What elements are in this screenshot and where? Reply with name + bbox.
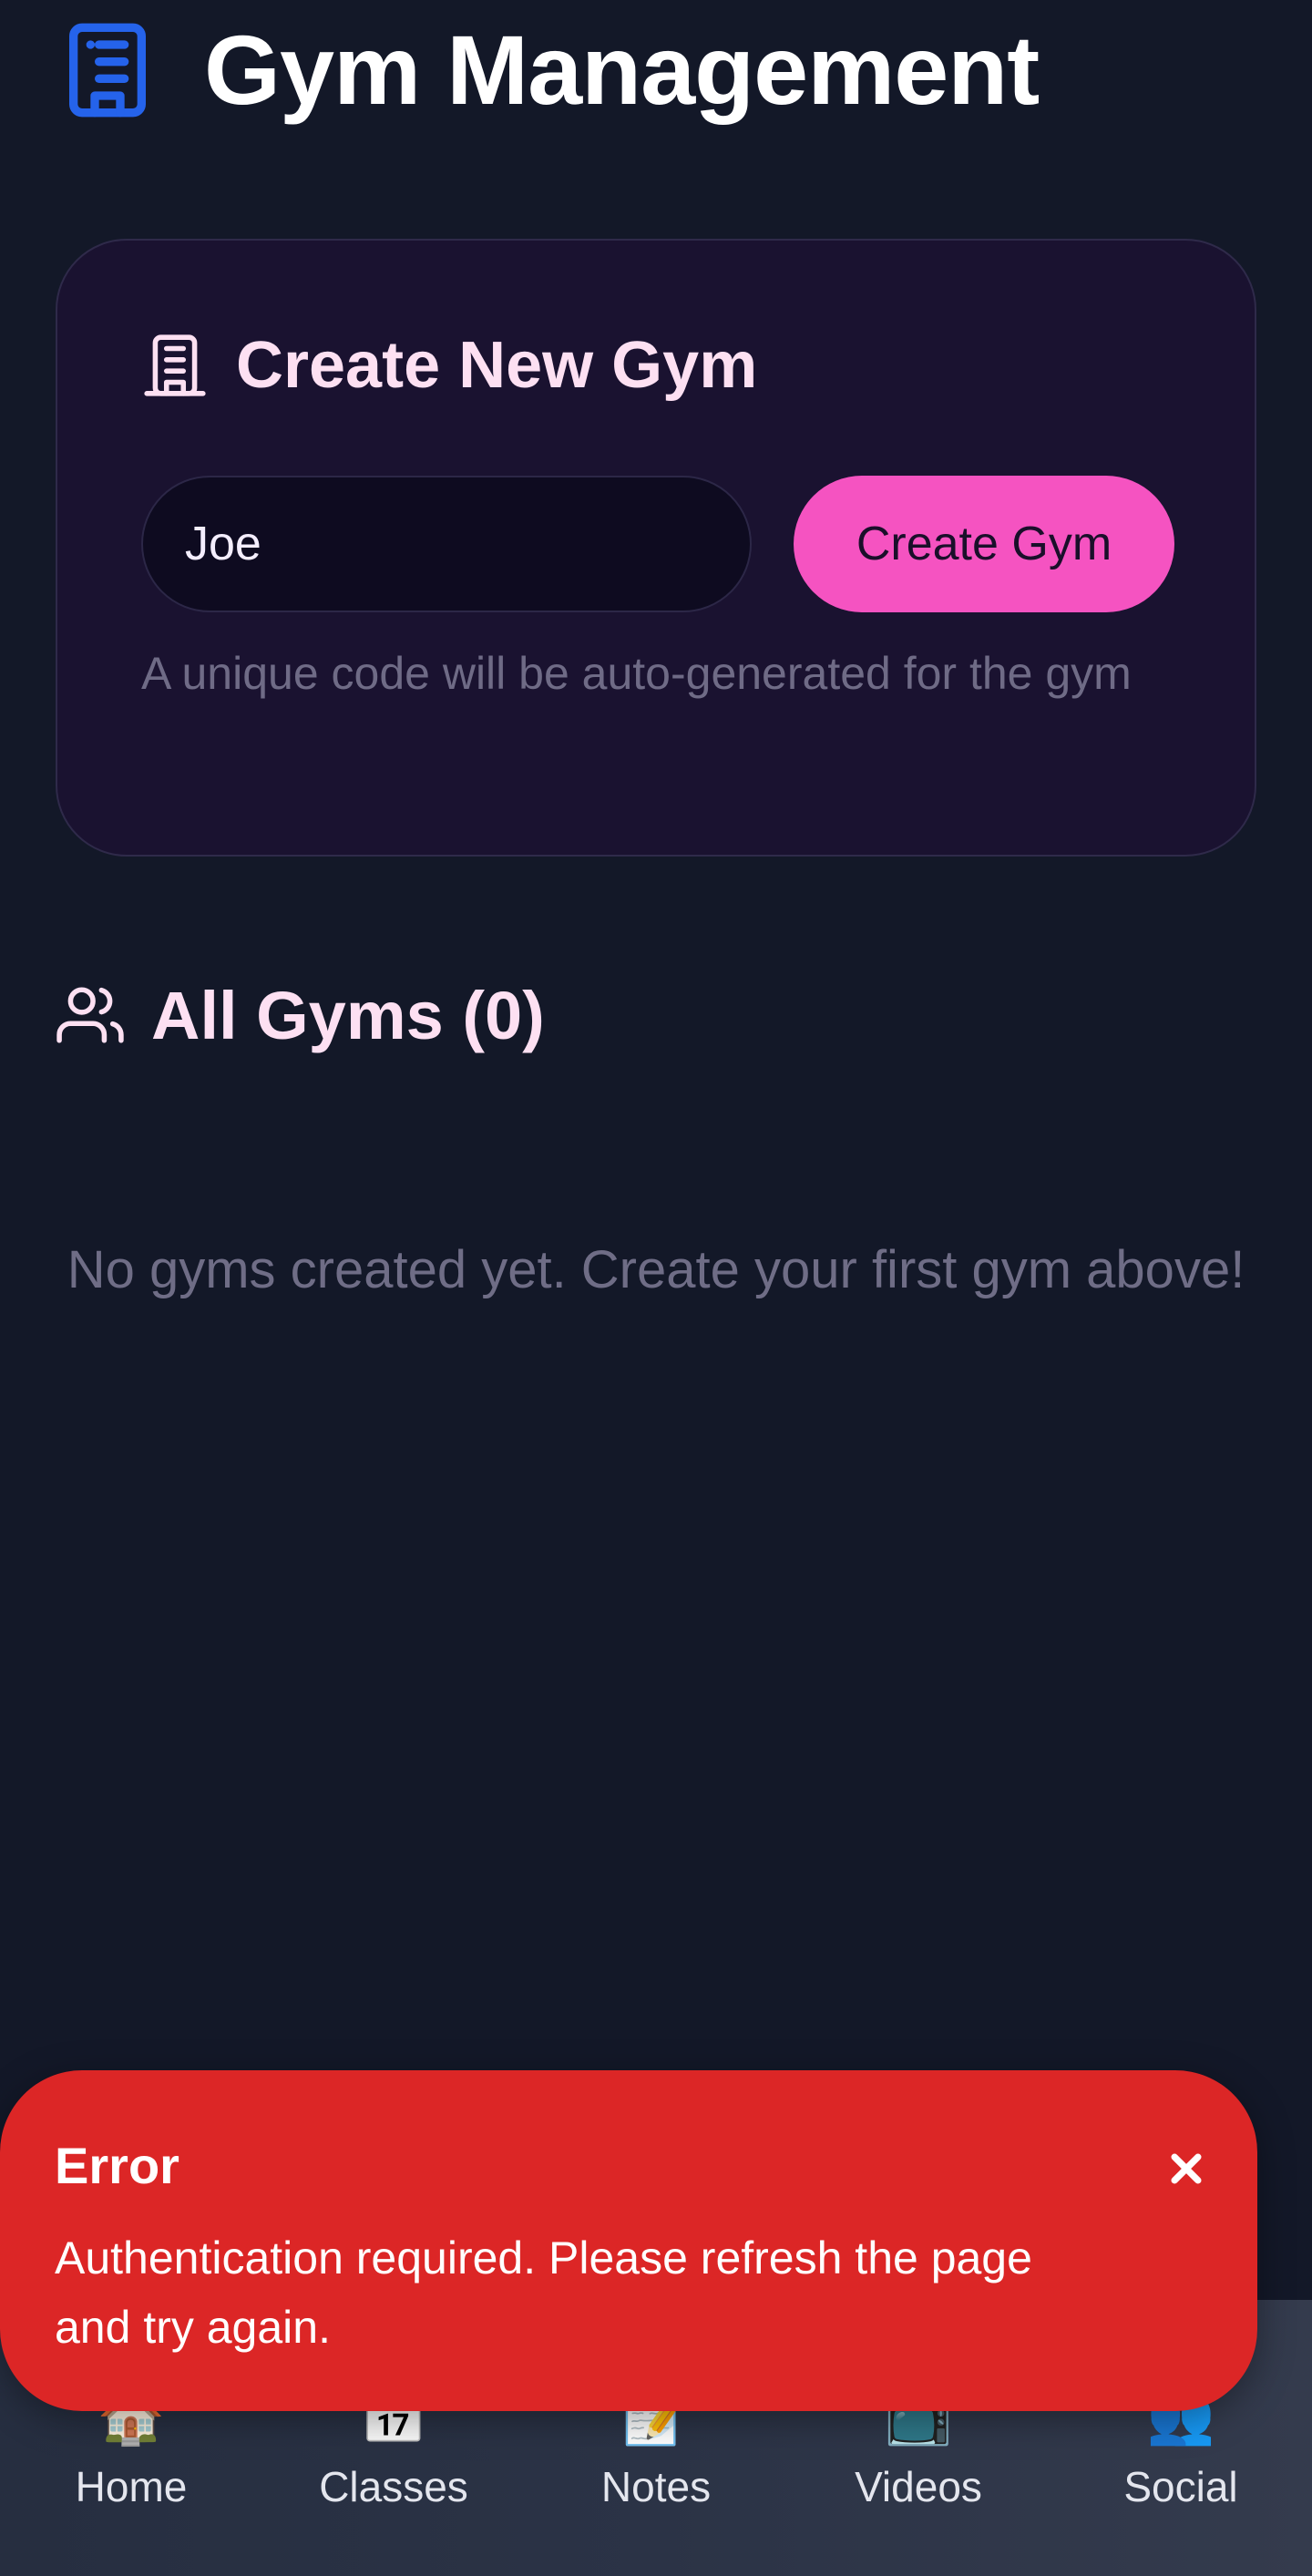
all-gyms-title: All Gyms (0) [151,977,545,1053]
nav-label-home: Home [75,2463,188,2510]
create-gym-button[interactable]: Create Gym [794,476,1174,612]
empty-state-message: No gyms created yet. Create your first g… [67,1240,1245,1299]
error-toast: Error Authentication required. Please re… [0,2070,1257,2411]
nav-label-notes: Notes [600,2463,712,2510]
page-title: Gym Management [204,15,1040,125]
error-toast-title: Error [55,2137,179,2194]
users-icon [56,981,124,1049]
helper-text: A unique code will be auto-generated for… [141,648,1132,699]
gym-management-page: Gym Management Create New Gym Create Gym… [0,0,1312,2576]
nav-label-classes: Classes [319,2463,468,2510]
create-gym-title: Create New Gym [236,329,758,402]
nav-label-videos: Videos [855,2463,982,2510]
building-icon [56,19,159,121]
create-gym-card: Create New Gym Create Gym A unique code … [56,239,1256,857]
nav-label-social: Social [1123,2463,1238,2510]
close-icon[interactable] [1159,2141,1214,2196]
all-gyms-heading: All Gyms (0) [56,970,545,1061]
building-icon [141,332,209,399]
create-gym-heading: Create New Gym [141,324,757,406]
gym-name-input[interactable] [141,476,752,612]
error-toast-message: Authentication required. Please refresh … [55,2232,1032,2353]
